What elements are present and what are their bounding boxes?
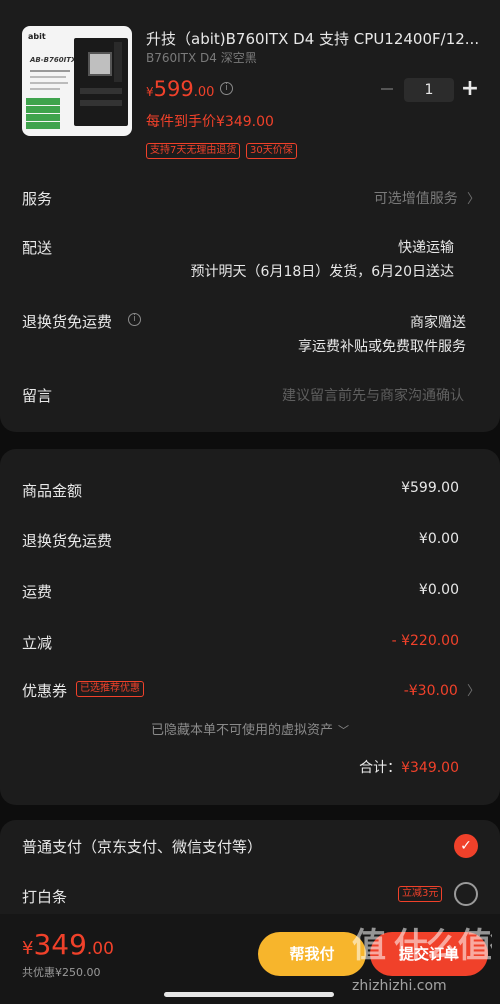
return-shipping-detail: 享运费补贴或免费取件服务 [298, 339, 466, 355]
watermark-url: zhizhizhi.com [352, 978, 447, 994]
service-row[interactable]: 可选增值服务 〉 [340, 188, 480, 208]
delivery-method[interactable]: 快递运输 [300, 237, 454, 257]
tag-price-protection: 30天价保 [246, 143, 297, 159]
motherboard-graphic [74, 38, 128, 126]
total-label: 合计： [359, 760, 402, 776]
payment-normal-label[interactable]: 普通支付（京东支付、微信支付等） [22, 836, 262, 857]
order-info-card: abit AB-B760ITX 升技（abit)B760ITX D4 支持 CP… [0, 0, 500, 432]
price-decimal: .00 [193, 85, 215, 100]
bottom-price-integer: 349 [33, 928, 87, 961]
price-integer: 599 [153, 77, 194, 101]
price-info-icon[interactable]: i [220, 82, 233, 95]
bottom-price-decimal: .00 [86, 939, 114, 959]
product-image[interactable]: abit AB-B760ITX [22, 26, 132, 136]
note-input[interactable]: 建议留言前先与商家沟通确认 [200, 385, 464, 405]
summary-label-coupon: 优惠券 [22, 682, 68, 700]
payment-normal-radio-checked-icon[interactable]: ✓ [454, 834, 478, 858]
quantity-value[interactable]: 1 [404, 78, 454, 102]
home-indicator [164, 992, 334, 997]
price-summary-card: 商品金额 ¥599.00 退换货免运费 ¥0.00 运费 ¥0.00 立减 - … [0, 449, 500, 805]
watermark: 值 什么值得买 [352, 926, 492, 966]
summary-value-coupon: -¥30.00 [403, 683, 458, 699]
total-row: 合计：¥349.00 [300, 757, 459, 777]
help-me-pay-button[interactable]: 帮我付 [258, 932, 366, 976]
hidden-assets-text: 已隐藏本单不可使用的虚拟资产 [150, 723, 333, 738]
quantity-increase-button[interactable]: + [460, 78, 480, 102]
product-title[interactable]: 升技（abit)B760ITX D4 支持 CPU12400F/12... [146, 28, 486, 49]
payment-baitiao-radio-icon[interactable] [454, 882, 478, 906]
summary-label-freight: 运费 [22, 583, 53, 601]
green-badge [26, 98, 60, 130]
quantity-decrease-button[interactable] [381, 88, 393, 90]
payment-baitiao-label[interactable]: 打白条 [22, 886, 67, 907]
chevron-down-icon: ﹀ [338, 724, 350, 737]
bottom-price-symbol: ¥ [22, 938, 34, 959]
return-shipping-label: 退换货免运费 [22, 313, 113, 331]
summary-value-discount[interactable]: - ¥220.00 [340, 633, 459, 649]
summary-value-freight: ¥0.00 [418, 582, 459, 598]
product-price: ¥599.00 [146, 77, 214, 101]
summary-value-goods: ¥599.00 [401, 480, 459, 496]
bottom-price: ¥349.00 [22, 928, 114, 961]
baitiao-discount-tag: 立减3元 [398, 886, 443, 902]
summary-label-goods: 商品金额 [22, 482, 83, 500]
service-label: 服务 [22, 190, 53, 208]
summary-label-discount: 立减 [22, 634, 53, 652]
final-unit-price: 每件到手价¥349.00 [146, 114, 274, 130]
summary-label-return-shipping: 退换货免运费 [22, 532, 113, 550]
service-value: 可选增值服务 [373, 191, 458, 207]
note-label: 留言 [22, 387, 53, 405]
price-symbol: ¥ [146, 85, 154, 99]
chevron-right-icon: 〉 [462, 684, 480, 699]
total-value: ¥349.00 [401, 760, 459, 776]
model-label: AB-B760ITX [30, 56, 77, 64]
coupon-row[interactable]: -¥30.00 〉 [340, 680, 480, 699]
bottom-discount-text: 共优惠¥250.00 [22, 966, 101, 979]
tag-7day-return: 支持7天无理由退货 [146, 143, 241, 159]
product-variant[interactable]: B760ITX D4 深空黑 [146, 49, 257, 66]
return-shipping-info-icon[interactable]: i [128, 313, 141, 326]
brand-logo: abit [28, 32, 46, 41]
coupon-recommended-tag: 已选推荐优惠 [76, 681, 144, 697]
chevron-right-icon: 〉 [462, 192, 480, 207]
return-shipping-value: 商家赠送 [410, 315, 466, 331]
delivery-label: 配送 [22, 239, 53, 257]
delivery-eta[interactable]: 预计明天（6月18日）发货，6月20日送达 [150, 261, 454, 281]
summary-value-return-shipping: ¥0.00 [418, 531, 459, 547]
hidden-assets-toggle[interactable]: 已隐藏本单不可使用的虚拟资产 ﹀ [0, 719, 500, 738]
